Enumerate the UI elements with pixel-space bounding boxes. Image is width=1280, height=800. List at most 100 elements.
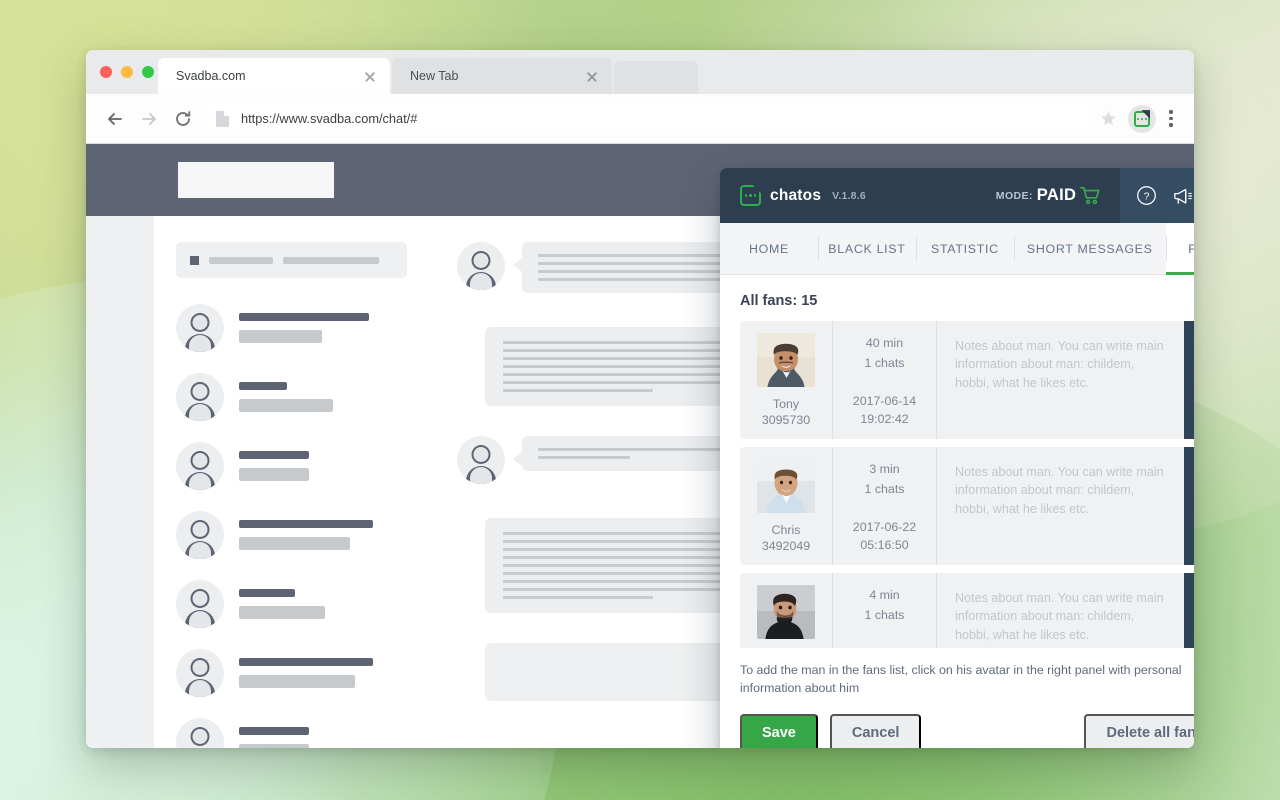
fan-photo[interactable]: [757, 333, 815, 387]
cart-icon[interactable]: [1080, 186, 1102, 205]
browser-window: Svadba.com New Tab https://www.svadba.co…: [86, 50, 1194, 748]
site-left-rail: [86, 216, 154, 748]
tab-black-list[interactable]: BLACK LIST: [817, 223, 916, 274]
fan-duration: 40 min: [865, 336, 904, 351]
fan-stats: 40 min 1 chats 2017-06-14 19:02:42: [832, 321, 936, 439]
fan-name: Chris: [771, 522, 801, 537]
site-search-box[interactable]: [178, 162, 334, 198]
megaphone-icon[interactable]: [1172, 185, 1194, 207]
fan-chats: 1 chats: [864, 608, 905, 623]
tab-short-messages[interactable]: SHORT MESSAGES: [1013, 223, 1166, 274]
fan-identity: Chris 3492049: [740, 447, 832, 565]
fan-row[interactable]: Chris 3492049 3 min 1 chats 2017-06-22 0…: [740, 447, 1194, 565]
fan-chats: 1 chats: [864, 482, 905, 497]
tab-label: SHORT MESSAGES: [1026, 241, 1153, 256]
avatar: [176, 649, 224, 697]
contact-item[interactable]: [176, 580, 407, 628]
fan-notes[interactable]: Notes about man. You can write main info…: [936, 573, 1184, 649]
chatos-footer: To add the man in the fans list, click o…: [720, 648, 1194, 748]
delete-all-fans-button[interactable]: Delete all fans: [1084, 713, 1194, 748]
kebab-menu-icon[interactable]: [1160, 105, 1182, 133]
chatos-brand: chatos V.1.8.6: [720, 185, 866, 206]
mode-indicator: MODE: PAID: [996, 186, 1102, 205]
fan-date: 2017-06-14: [852, 394, 917, 409]
window-controls[interactable]: [100, 66, 154, 78]
fan-stats: 3 min 1 chats 2017-06-22 05:16:50: [832, 447, 936, 565]
fan-notes[interactable]: Notes about man. You can write main info…: [936, 447, 1184, 565]
contact-item[interactable]: [176, 442, 407, 490]
avatar: [457, 436, 505, 484]
close-tab-icon[interactable]: [362, 68, 378, 84]
fan-name: Tomer: [769, 648, 803, 649]
fan-row[interactable]: Tomer 3997097 4 min 1 chats 2017-06-07 2…: [740, 573, 1194, 649]
avatar: [176, 511, 224, 559]
avatar: [176, 304, 224, 352]
avatar: [176, 373, 224, 421]
tab-label: FANS: [1188, 241, 1194, 256]
save-button[interactable]: Save: [740, 713, 818, 748]
avatar: [176, 718, 224, 748]
contact-item[interactable]: [176, 304, 407, 352]
avatar: [176, 442, 224, 490]
placeholder-bar: [209, 256, 273, 264]
cancel-button[interactable]: Cancel: [829, 713, 922, 748]
browser-tab-active[interactable]: Svadba.com: [158, 58, 390, 94]
browser-tab-title: New Tab: [410, 69, 459, 83]
fan-photo[interactable]: [757, 585, 815, 639]
fan-stats: 4 min 1 chats 2017-06-07 20:47:41: [832, 573, 936, 649]
page-icon: [216, 110, 229, 127]
fan-date: 2017-06-07: [853, 645, 916, 648]
chatos-panel: chatos V.1.8.6 MODE: PAID ? HOME BLACK L…: [720, 168, 1194, 748]
contact-item[interactable]: [176, 649, 407, 697]
mode-label: MODE:: [995, 189, 1033, 202]
filter-icon: [190, 255, 199, 265]
tab-statistic[interactable]: STATISTIC: [915, 223, 1014, 274]
delete-fan-button[interactable]: [1184, 573, 1194, 649]
placeholder-bar: [283, 256, 379, 264]
fan-notes[interactable]: Notes about man. You can write main info…: [936, 321, 1184, 439]
contact-item[interactable]: [176, 511, 407, 559]
browser-toolbar: https://www.svadba.com/chat/#: [86, 94, 1194, 144]
close-tab-icon[interactable]: [584, 68, 600, 84]
fan-id: 3492049: [761, 539, 811, 554]
delete-fan-button[interactable]: [1184, 321, 1194, 439]
contacts-search[interactable]: [176, 242, 407, 278]
fan-notes-text: Notes about man. You can write main info…: [955, 591, 1164, 642]
fan-time: 19:02:42: [860, 412, 909, 427]
chatos-logo-icon: [740, 185, 761, 206]
new-tab-button[interactable]: [614, 61, 698, 94]
reload-icon[interactable]: [166, 102, 200, 136]
minimize-window-button[interactable]: [121, 66, 133, 78]
fan-identity: Tomer 3997097: [740, 573, 832, 648]
footer-button-row: Save Cancel Delete all fans: [740, 713, 1194, 748]
chatos-header-actions: ?: [1120, 168, 1194, 223]
mode-value: PAID: [1036, 186, 1077, 204]
delete-fan-button[interactable]: [1184, 447, 1194, 565]
back-arrow-icon[interactable]: [98, 102, 132, 136]
chatos-extension-icon[interactable]: [1128, 104, 1156, 133]
chatos-header: chatos V.1.8.6 MODE: PAID ?: [720, 168, 1194, 223]
fan-time: 05:16:50: [860, 538, 909, 553]
tab-label: HOME: [748, 241, 789, 256]
fan-notes-text: Notes about man. You can write main info…: [955, 465, 1164, 516]
fan-row[interactable]: Tony 3095730 40 min 1 chats 2017-06-14 1…: [740, 321, 1194, 439]
fan-duration: 3 min: [869, 462, 900, 477]
browser-tabstrip: Svadba.com New Tab: [86, 50, 1194, 94]
help-icon[interactable]: ?: [1135, 185, 1157, 207]
contacts-list: [154, 216, 429, 748]
tab-home[interactable]: HOME: [720, 223, 818, 274]
maximize-window-button[interactable]: [142, 66, 154, 78]
star-icon[interactable]: [1094, 105, 1122, 133]
avatar: [176, 580, 224, 628]
fan-chats: 1 chats: [864, 356, 905, 371]
browser-tab-newtab[interactable]: New Tab: [392, 58, 612, 94]
address-bar[interactable]: https://www.svadba.com/chat/#: [208, 103, 1088, 134]
contact-item[interactable]: [176, 718, 407, 748]
contact-item[interactable]: [176, 373, 407, 421]
close-window-button[interactable]: [100, 66, 112, 78]
fans-hint-text: To add the man in the fans list, click o…: [740, 663, 1182, 695]
fan-notes-text: Notes about man. You can write main info…: [955, 339, 1164, 390]
fan-photo[interactable]: [757, 459, 815, 513]
tab-fans[interactable]: FANS: [1165, 223, 1194, 275]
fan-identity: Tony 3095730: [740, 321, 832, 439]
